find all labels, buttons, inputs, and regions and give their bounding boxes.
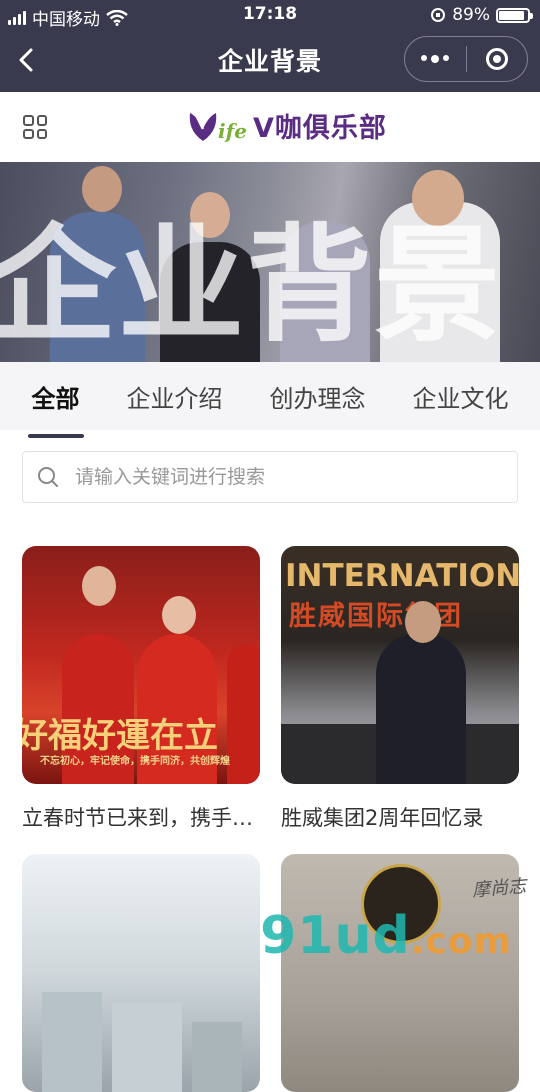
search-icon [38, 467, 58, 487]
logo-mark-icon [189, 112, 217, 141]
thumb-building [112, 1002, 182, 1092]
thumb-figure-head [82, 566, 116, 606]
brand-logo: ife V咖俱乐部 [184, 106, 387, 145]
site-watermark: 91ud.com [260, 906, 512, 966]
article-thumbnail: INTERNATION 胜威国际集团 [281, 546, 519, 784]
tab-2[interactable]: 创办理念 [266, 373, 370, 420]
signature-mark: 摩尚志 [471, 875, 527, 902]
thumb-headline: 好福好運在立 [22, 716, 218, 756]
brand-header: ife V咖俱乐部 [0, 92, 540, 162]
article-thumbnail: 好福好運在立 不忘初心，牢记使命，携手同济，共创辉煌 [22, 546, 260, 784]
mini-program-capsule [404, 36, 528, 82]
grid-menu-icon[interactable] [23, 115, 47, 139]
battery-percent: 89% [452, 5, 490, 25]
more-button[interactable] [405, 37, 466, 81]
logo-text: V咖俱乐部 [252, 113, 387, 144]
navigation-bar: 企业背景 [0, 30, 540, 92]
close-button[interactable] [467, 37, 528, 81]
thumb-figure [376, 634, 466, 784]
article-title: 胜威集团2周年回忆录 [281, 806, 484, 830]
category-tabs: 全部 企业介绍 创办理念 企业文化 [0, 362, 540, 438]
article-card[interactable]: INTERNATION 胜威国际集团 胜威集团2周年回忆录 [281, 546, 519, 832]
more-dots-icon [421, 55, 450, 63]
article-thumbnail [22, 854, 260, 1092]
tab-1[interactable]: 企业介绍 [123, 373, 227, 420]
search-input[interactable] [73, 465, 517, 489]
search-bar [22, 451, 518, 503]
article-title: 立春时节已来到，携手同济，共创辉煌 [22, 806, 260, 830]
tab-0[interactable]: 全部 [27, 373, 84, 438]
watermark-text: 91ud [260, 906, 411, 966]
article-card[interactable] [22, 854, 260, 1092]
close-target-icon [485, 48, 508, 70]
orientation-lock-icon [431, 8, 446, 22]
logo-suffix: ife [218, 118, 247, 143]
article-card[interactable]: 好福好運在立 不忘初心，牢记使命，携手同济，共创辉煌 立春时节已来到，携手同济，… [22, 546, 260, 832]
thumb-figure [227, 644, 260, 784]
status-bar: 中国移动 17:18 89% [0, 0, 540, 30]
thumb-subline: 不忘初心，牢记使命，携手同济，共创辉煌 [40, 756, 230, 767]
watermark-suffix: .com [410, 921, 512, 962]
tab-3[interactable]: 企业文化 [409, 373, 513, 420]
thumb-figure-head [405, 601, 441, 643]
thumb-figure-head [162, 596, 196, 634]
thumb-building [42, 992, 102, 1092]
thumb-headline: INTERNATION [285, 558, 519, 594]
banner-overlay-text: 企业背景 [0, 212, 502, 359]
battery-icon [496, 7, 533, 23]
banner-image: 企业背景 [0, 162, 540, 362]
thumb-building [192, 1022, 242, 1092]
